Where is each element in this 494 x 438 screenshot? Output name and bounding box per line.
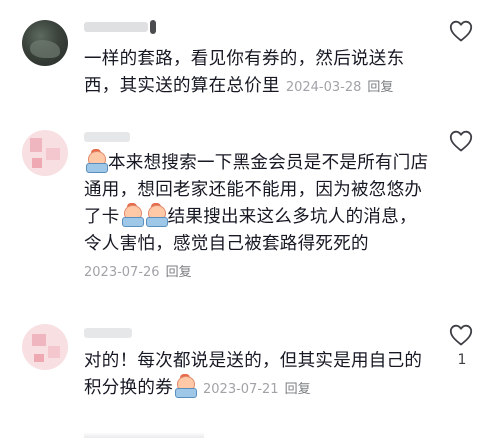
reply-button[interactable]: 回复 [285, 382, 311, 397]
like-count: 1 [457, 352, 467, 368]
comment-text: 本来想搜索一下黑金会员是不是所有门店通用，想回老家还能不能用，因为被忽悠办了卡结… [84, 149, 429, 286]
heart-outline-icon[interactable] [449, 20, 473, 42]
username-blur [84, 328, 132, 338]
heart-outline-icon[interactable] [449, 130, 473, 152]
sticker-emoji-icon [145, 203, 168, 227]
avatar[interactable] [22, 20, 68, 66]
comment-item: 本来想搜索一下黑金会员是不是所有门店通用，想回老家还能不能用，因为被忽悠办了卡结… [0, 118, 494, 308]
comment-text: 对的！每次都说是送的，但其实是用自己的积分换的券 2023-07-21 回复 [84, 348, 429, 403]
username-blur [150, 20, 156, 34]
sticker-emoji-icon [85, 149, 108, 173]
sticker-emoji-icon [121, 203, 144, 227]
comment-date: 2023-07-21 [203, 382, 279, 397]
avatar[interactable] [22, 324, 68, 370]
comment-date: 2023-07-26 [84, 265, 160, 280]
username-blur [84, 22, 148, 32]
sticker-emoji-icon [174, 374, 197, 398]
next-comment-edge [84, 432, 204, 438]
comment-item: 一样的套路，看见你有券的，然后说送东西，其实送的算在总价里 2024-03-28 回… [0, 0, 494, 110]
reply-button[interactable]: 回复 [367, 80, 393, 95]
comment-item: 对的！每次都说是送的，但其实是用自己的积分换的券 2023-07-21 回复 1 [0, 318, 494, 418]
avatar[interactable] [22, 130, 68, 176]
comment-date: 2024-03-28 [285, 80, 362, 95]
comment-text: 一样的套路，看见你有券的，然后说送东西，其实送的算在总价里 2024-03-28 回… [84, 46, 429, 101]
username-blur [84, 132, 130, 142]
heart-outline-icon[interactable] [449, 324, 473, 346]
reply-button[interactable]: 回复 [166, 265, 192, 280]
